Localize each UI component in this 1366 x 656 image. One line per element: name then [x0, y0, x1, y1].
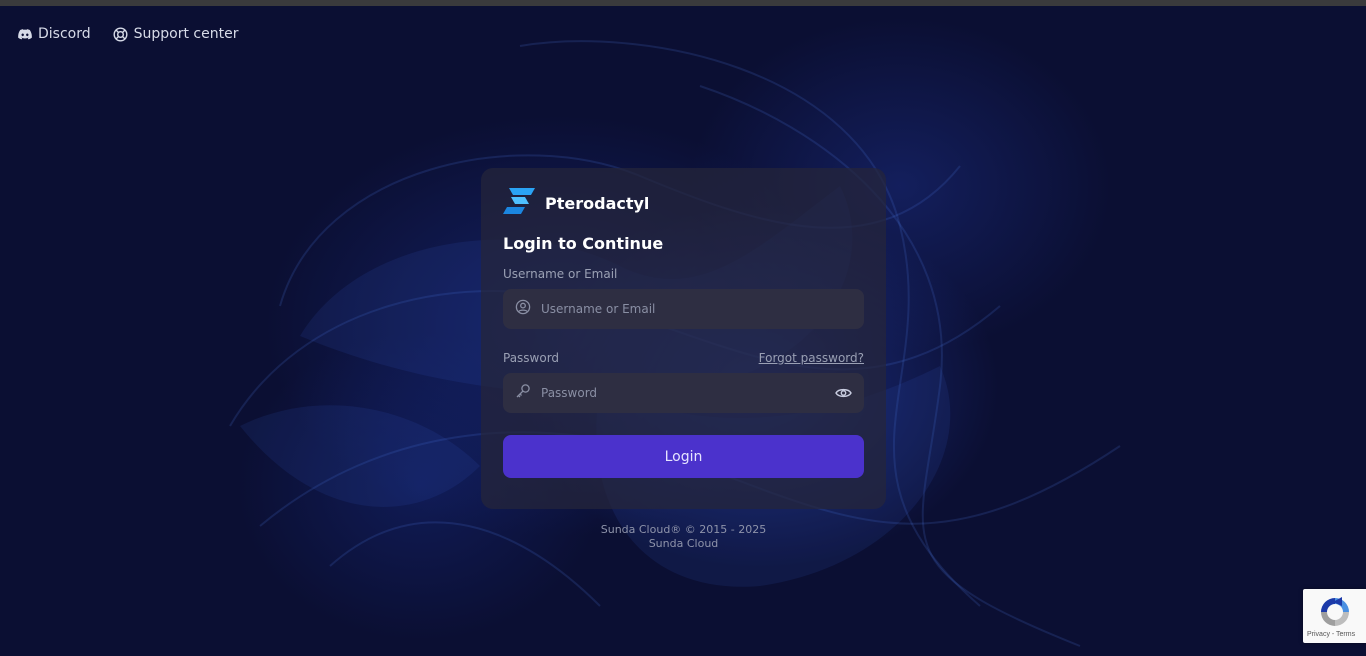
username-label-row: Username or Email	[503, 267, 864, 281]
pterodactyl-logo-icon	[503, 188, 535, 218]
support-center-label: Support center	[133, 26, 239, 42]
username-input[interactable]	[539, 301, 852, 317]
lifebuoy-icon	[113, 26, 128, 42]
forgot-password-link[interactable]: Forgot password?	[759, 351, 864, 365]
recaptcha-terms[interactable]: Privacy - Terms	[1307, 631, 1355, 638]
footer-company: Sunda Cloud	[648, 537, 719, 550]
discord-icon	[18, 28, 32, 40]
footer: Sunda Cloud® © 2015 - 2025 Sunda Cloud	[481, 523, 886, 551]
recaptcha-icon	[1318, 595, 1352, 633]
username-label: Username or Email	[503, 267, 618, 281]
top-navigation: Discord Support center	[18, 26, 238, 42]
password-field	[503, 373, 864, 413]
login-card: Pterodactyl Login to Continue Username o…	[481, 168, 886, 509]
brand: Pterodactyl	[503, 188, 864, 218]
password-label-row: Password Forgot password?	[503, 351, 864, 365]
show-password-eye-icon[interactable]	[835, 387, 852, 399]
login-heading: Login to Continue	[503, 234, 664, 253]
discord-link[interactable]: Discord	[18, 26, 91, 42]
support-center-link[interactable]: Support center	[113, 26, 239, 42]
password-label: Password	[503, 351, 560, 365]
recaptcha-badge[interactable]: Privacy - Terms	[1303, 589, 1366, 643]
footer-copyright: Sunda Cloud® © 2015 - 2025	[600, 523, 767, 536]
brand-name: Pterodactyl	[545, 193, 650, 213]
key-icon	[515, 383, 531, 403]
password-input[interactable]	[539, 385, 835, 401]
login-button[interactable]: Login	[503, 435, 864, 478]
discord-label: Discord	[38, 26, 91, 42]
user-circle-icon	[515, 299, 531, 319]
username-field	[503, 289, 864, 329]
